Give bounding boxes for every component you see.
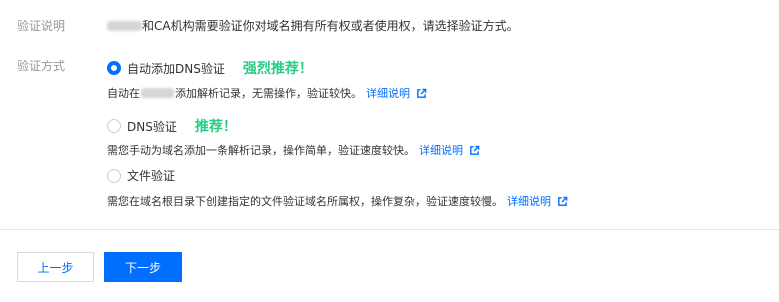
hint-text: 需您手动为域名添加一条解析记录，操作简单，验证速度较快。 (107, 144, 415, 157)
method-label: 验证方式 (17, 59, 66, 73)
strong-recommend-badge: 强烈推荐！ (242, 61, 313, 77)
option-auto-dns-label: 自动添加DNS验证 (127, 61, 225, 76)
radio-icon[interactable] (107, 119, 121, 133)
footer-divider (0, 229, 779, 230)
hint-prefix: 自动在 (107, 87, 140, 100)
next-button[interactable]: 下一步 (104, 252, 182, 282)
hint-text: 需您在域名根目录下创建指定的文件验证域名所属权，操作复杂，验证速度较慢。 (107, 195, 503, 208)
redacted-brand (107, 21, 142, 31)
option-file-label: 文件验证 (127, 169, 176, 183)
external-link-icon[interactable] (557, 196, 568, 207)
external-link-icon[interactable] (416, 88, 427, 99)
option-auto-dns[interactable]: 自动添加DNS验证 强烈推荐！ (107, 58, 313, 78)
redacted-provider (141, 88, 174, 98)
detail-link[interactable]: 详细说明 (507, 193, 551, 209)
option-dns[interactable]: DNS验证 推荐！ (107, 116, 237, 136)
detail-link[interactable]: 详细说明 (366, 85, 410, 101)
option-dns-label: DNS验证 (127, 119, 177, 134)
external-link-icon[interactable] (469, 145, 480, 156)
hint-suffix: 添加解析记录，无需操作，验证较快。 (175, 87, 362, 100)
verification-page: 验证说明 和CA机构需要验证你对域名拥有所有权或者使用权，请选择验证方式。 验证… (0, 0, 779, 302)
radio-icon[interactable] (107, 168, 121, 183)
detail-link[interactable]: 详细说明 (419, 142, 463, 158)
radio-icon[interactable] (107, 61, 121, 75)
intro-text: 和CA机构需要验证你对域名拥有所有权或者使用权，请选择验证方式。 (142, 19, 519, 33)
option-file[interactable]: 文件验证 (107, 167, 175, 184)
option-auto-dns-hint: 自动在 添加解析记录，无需操作，验证较快。 详细说明 (107, 85, 427, 101)
intro-label: 验证说明 (17, 19, 66, 33)
prev-button[interactable]: 上一步 (17, 252, 94, 282)
option-file-hint: 需您在域名根目录下创建指定的文件验证域名所属权，操作复杂，验证速度较慢。 详细说… (107, 193, 568, 209)
intro-description: 和CA机构需要验证你对域名拥有所有权或者使用权，请选择验证方式。 (107, 17, 519, 34)
recommend-badge: 推荐！ (194, 119, 237, 135)
option-dns-hint: 需您手动为域名添加一条解析记录，操作简单，验证速度较快。 详细说明 (107, 142, 480, 158)
